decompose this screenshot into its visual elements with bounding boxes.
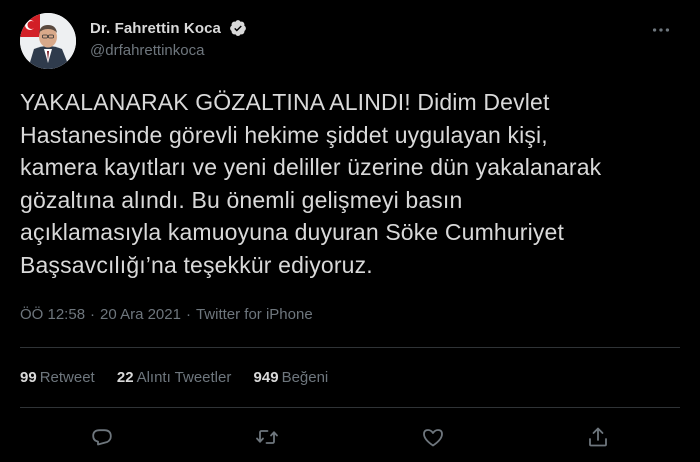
retweet-icon (256, 430, 278, 444)
meta-separator: · (90, 306, 96, 323)
tweet-date[interactable]: 20 Ara 2021 (100, 306, 181, 323)
like-icon (423, 429, 443, 447)
retweet-button[interactable] (250, 420, 284, 454)
author-handle[interactable]: @drfahrettinkoca (90, 42, 247, 59)
avatar[interactable] (20, 13, 76, 69)
tweet-text-line: gözaltına alındı. Bu önemli gelişmeyi ba… (20, 186, 463, 213)
more-options-icon[interactable] (650, 19, 672, 41)
retweets-label: Retweet (39, 369, 95, 386)
tweet-stats: 99 Retweet 22 Alıntı Tweetler 949 Beğeni (20, 369, 346, 386)
likes-label: Beğeni (281, 369, 329, 386)
tweet-text-line: açıklamasıyla kamuoyuna duyuran Söke Cum… (20, 219, 564, 245)
divider-bottom (20, 407, 680, 408)
quotes-count: 22 (116, 369, 134, 386)
tweet-actions (20, 420, 680, 454)
divider-top (20, 347, 680, 348)
meta-separator: · (185, 306, 191, 323)
share-icon (589, 427, 607, 447)
tweet-text-line: YAKALANARAK GÖZALTINA ALINDI! Didim Devl… (20, 89, 550, 115)
avatar-image (20, 13, 76, 69)
share-button[interactable] (581, 420, 615, 454)
like-button[interactable] (416, 420, 450, 454)
reply-button[interactable] (85, 420, 119, 454)
tweet-time[interactable]: ÖÖ 12:58 (20, 306, 85, 323)
retweets-count: 99 (20, 369, 37, 386)
likes-count: 949 (253, 369, 279, 386)
tweet-card: Dr. Fahrettin Koca @drfahrettinkoca YAKA… (0, 0, 700, 462)
tweet-text-line: Başsavcılığı’na teşekkür ediyoruz. (20, 251, 373, 278)
tweet-text: YAKALANARAK GÖZALTINA ALINDI! Didim Devl… (20, 86, 690, 281)
author-block: Dr. Fahrettin Koca @drfahrettinkoca (90, 19, 247, 59)
quotes-label: Alıntı Tweetler (136, 369, 232, 386)
author-display-name[interactable]: Dr. Fahrettin Koca (90, 20, 221, 37)
verified-badge-icon (229, 19, 247, 37)
retweets-stat[interactable]: 99 Retweet (20, 369, 95, 386)
reply-icon (92, 429, 112, 446)
tweet-text-line: kamera kayıtları ve yeni deliller üzerin… (20, 154, 602, 180)
likes-stat[interactable]: 949 Beğeni (254, 369, 329, 386)
quotes-stat[interactable]: 22 Alıntı Tweetler (117, 369, 231, 386)
tweet-source[interactable]: Twitter for iPhone (196, 306, 313, 323)
tweet-text-line: Hastanesinde görevli hekime şiddet uygul… (20, 121, 548, 148)
tweet-header: Dr. Fahrettin Koca @drfahrettinkoca (20, 13, 680, 69)
tweet-metadata: ÖÖ 12:58 · 20 Ara 2021 · Twitter for iPhone (20, 306, 313, 323)
